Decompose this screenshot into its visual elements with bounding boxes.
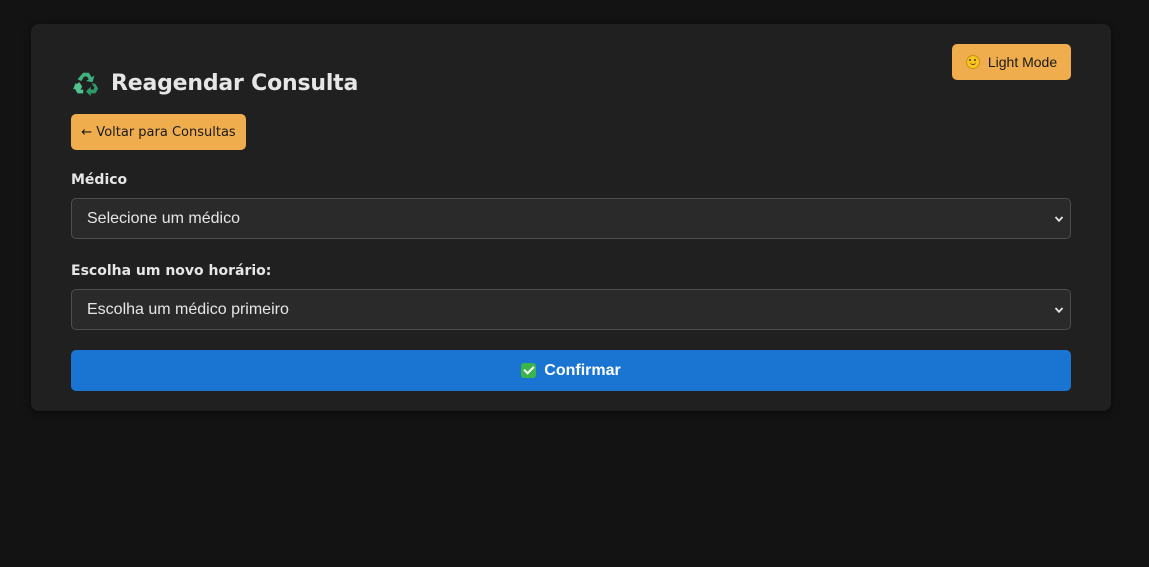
chevron-down-icon: [1054, 307, 1064, 314]
page-title: Reagendar Consulta: [111, 70, 359, 96]
reschedule-card: Light Mode Reagendar Consulta ← Voltar p…: [31, 24, 1111, 411]
chevron-down-icon: [1054, 216, 1064, 223]
time-slot-select[interactable]: Escolha um médico primeiro: [71, 289, 1071, 330]
confirm-button[interactable]: Confirmar: [71, 350, 1071, 391]
doctor-select-value: Selecione um médico: [87, 209, 240, 227]
page-header: Reagendar Consulta: [71, 68, 358, 98]
light-mode-toggle-button[interactable]: Light Mode: [952, 44, 1071, 80]
smiley-icon: [965, 55, 980, 69]
time-slot-select-value: Escolha um médico primeiro: [87, 300, 289, 318]
light-mode-label: Light Mode: [987, 54, 1058, 70]
confirm-button-label: Confirmar: [544, 361, 621, 379]
back-to-appointments-button[interactable]: ← Voltar para Consultas: [71, 114, 246, 150]
doctor-field-label: Médico: [71, 172, 128, 188]
recycle-icon: [72, 72, 99, 97]
check-icon: [521, 363, 537, 378]
doctor-select[interactable]: Selecione um médico: [71, 198, 1071, 239]
time-slot-field-label: Escolha um novo horário:: [71, 263, 272, 279]
